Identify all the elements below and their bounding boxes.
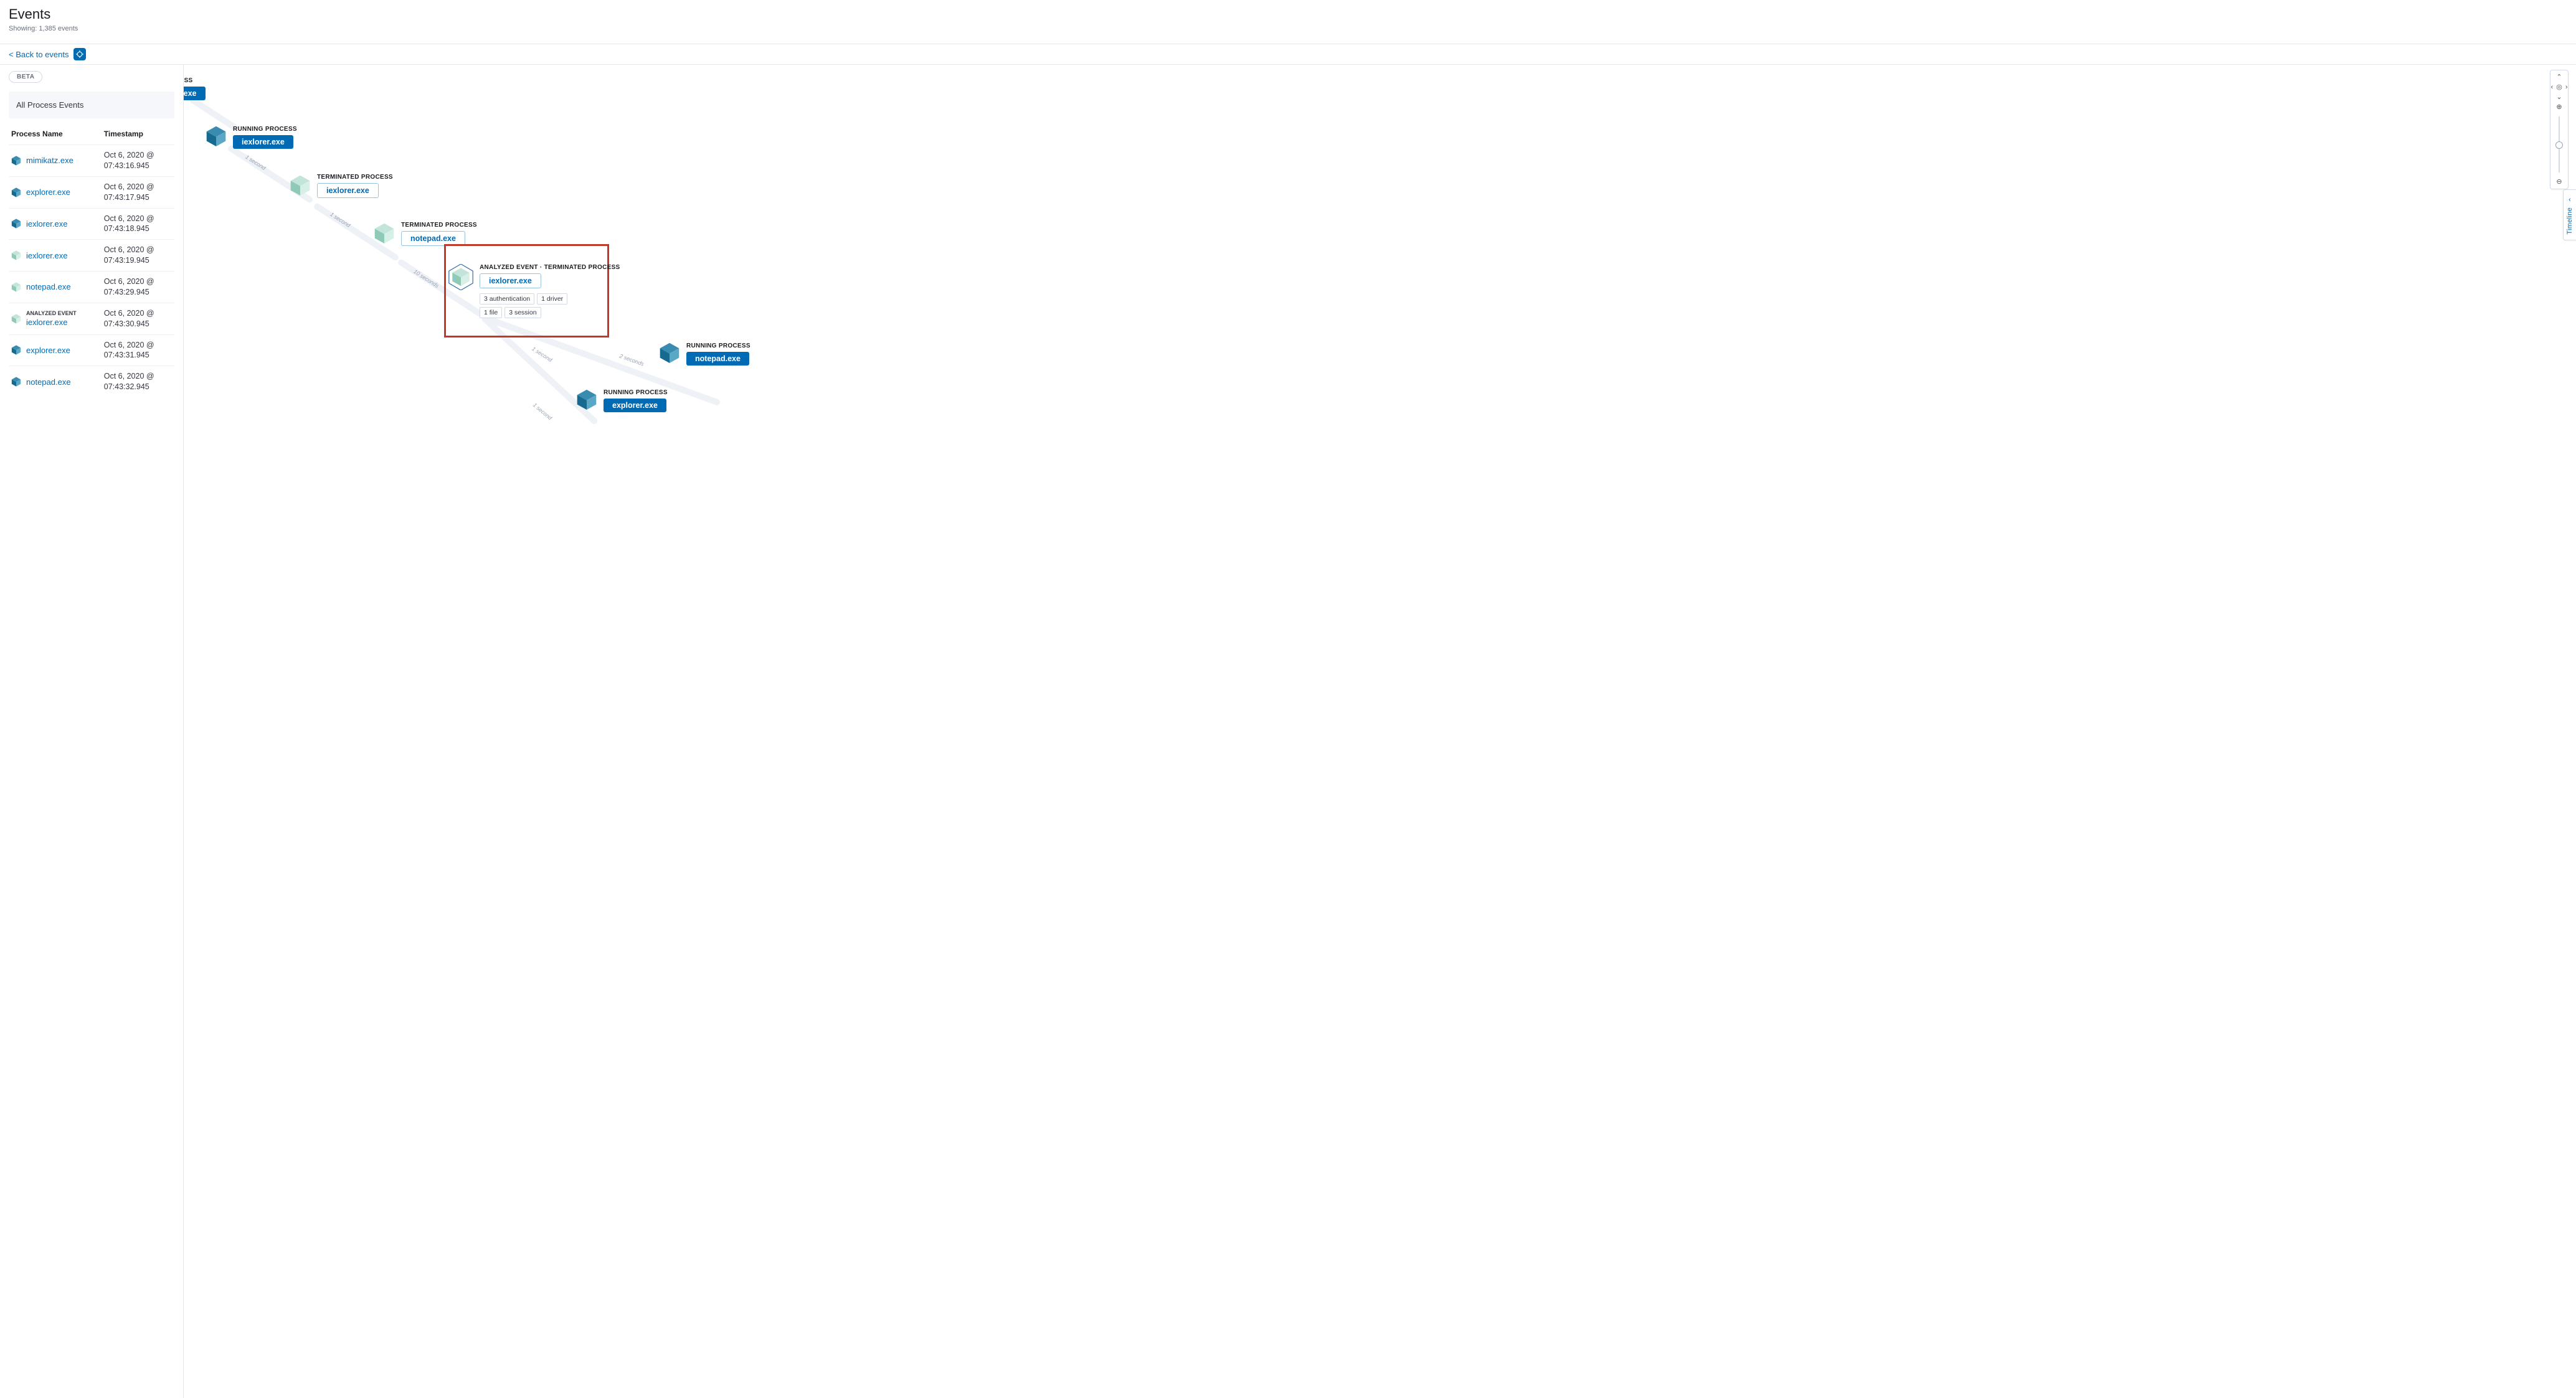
event-tag[interactable]: 3 session xyxy=(504,307,541,318)
cube-icon xyxy=(659,342,680,366)
zoom-in-button[interactable]: ⊕ xyxy=(2553,103,2565,111)
process-link[interactable]: iexlorer.exe xyxy=(26,251,67,260)
process-link[interactable]: iexlorer.exe xyxy=(26,318,77,327)
process-events-table: Process Name Timestamp mimikatz.exe Oct 6… xyxy=(9,125,174,397)
col-timestamp: Timestamp xyxy=(102,125,174,145)
process-link[interactable]: explorer.exe xyxy=(26,346,70,355)
table-row[interactable]: explorer.exe Oct 6, 2020 @07:43:17.945 xyxy=(9,176,174,208)
table-row[interactable]: notepad.exe Oct 6, 2020 @07:43:29.945 xyxy=(9,272,174,303)
timestamp-cell: Oct 6, 2020 @07:43:32.945 xyxy=(102,366,174,397)
table-row[interactable]: iexlorer.exe Oct 6, 2020 @07:43:19.945 xyxy=(9,240,174,272)
beta-badge: BETA xyxy=(9,71,42,83)
timestamp-cell: Oct 6, 2020 @07:43:17.945 xyxy=(102,176,174,208)
cube-icon xyxy=(576,389,597,412)
graph-node[interactable]: RUNNING PROCESS notepad.exe xyxy=(659,342,751,366)
showing-count: Showing: 1,385 events xyxy=(9,25,2567,32)
process-link[interactable]: mimikatz.exe xyxy=(26,156,73,165)
node-status: TERMINATED PROCESS xyxy=(317,174,393,181)
page-header: Events Showing: 1,385 events xyxy=(0,0,2576,37)
edge-label: 10 seconds xyxy=(412,268,440,289)
chevron-left-icon: ‹ xyxy=(2569,196,2571,204)
table-row[interactable]: notepad.exe Oct 6, 2020 @07:43:32.945 xyxy=(9,366,174,397)
analyzed-label: ANALYZED EVENT xyxy=(26,311,77,316)
node-pill[interactable]: t.exe xyxy=(184,87,206,100)
pan-down-button[interactable]: ⌄ xyxy=(2553,93,2565,102)
table-row[interactable]: iexlorer.exe Oct 6, 2020 @07:43:18.945 xyxy=(9,208,174,240)
cube-icon xyxy=(11,155,21,166)
timeline-tab[interactable]: ‹ Timeline xyxy=(2563,189,2576,240)
process-link[interactable]: notepad.exe xyxy=(26,282,71,291)
process-link[interactable]: notepad.exe xyxy=(26,377,71,387)
cube-icon xyxy=(374,222,395,246)
analyze-event-button[interactable] xyxy=(73,48,86,60)
cube-icon xyxy=(11,281,21,293)
cube-icon xyxy=(448,264,473,291)
process-graph-canvas[interactable]: 1 second 1 second 10 seconds 1 second 2 … xyxy=(184,65,2576,1398)
graph-node[interactable]: RUNNING PROCESS iexlorer.exe xyxy=(206,125,297,149)
timeline-label: Timeline xyxy=(2566,207,2574,235)
cube-icon xyxy=(11,344,21,356)
cube-icon xyxy=(11,187,21,198)
cube-icon xyxy=(11,313,21,324)
node-pill[interactable]: iexlorer.exe xyxy=(317,183,379,198)
timestamp-cell: Oct 6, 2020 @07:43:16.945 xyxy=(102,145,174,177)
event-tag[interactable]: 3 authentication xyxy=(480,293,534,305)
node-status: ANALYZED EVENT · TERMINATED PROCESS xyxy=(480,264,620,271)
recenter-button[interactable]: ◎ xyxy=(2554,83,2565,92)
event-tag[interactable]: 1 driver xyxy=(537,293,567,305)
main-area: BETA All Process Events Process Name Tim… xyxy=(0,64,2576,1398)
node-pill[interactable]: notepad.exe xyxy=(686,352,749,366)
node-status: OCESS xyxy=(184,77,193,84)
timestamp-cell: Oct 6, 2020 @07:43:19.945 xyxy=(102,240,174,272)
col-process-name: Process Name xyxy=(9,125,102,145)
pan-right-button[interactable]: › xyxy=(2564,83,2569,92)
zoom-thumb[interactable] xyxy=(2555,141,2563,149)
table-row[interactable]: explorer.exe Oct 6, 2020 @07:43:31.945 xyxy=(9,334,174,366)
table-row[interactable]: ANALYZED EVENT iexlorer.exe Oct 6, 2020 @0… xyxy=(9,303,174,334)
page-title: Events xyxy=(9,6,2567,22)
node-status: RUNNING PROCESS xyxy=(233,126,297,133)
node-pill[interactable]: iexlorer.exe xyxy=(233,135,293,149)
edge-label: 1 second xyxy=(532,402,553,421)
node-pill[interactable]: iexlorer.exe xyxy=(480,273,541,288)
node-pill[interactable]: explorer.exe xyxy=(604,399,666,412)
back-to-events-link[interactable]: < Back to events xyxy=(9,50,69,59)
graph-node[interactable]: TERMINATED PROCESS notepad.exe xyxy=(374,222,477,246)
graph-node[interactable]: RUNNING PROCESS explorer.exe xyxy=(576,389,668,412)
timestamp-cell: Oct 6, 2020 @07:43:30.945 xyxy=(102,303,174,334)
target-icon xyxy=(76,50,83,58)
timestamp-cell: Oct 6, 2020 @07:43:31.945 xyxy=(102,334,174,366)
zoom-out-button[interactable]: ⊖ xyxy=(2553,177,2565,186)
process-link[interactable]: iexlorer.exe xyxy=(26,219,67,229)
zoom-controls: ⌃ ‹ ◎ › ⌄ ⊕ ⊖ xyxy=(2550,70,2569,189)
node-status: RUNNING PROCESS xyxy=(604,389,668,396)
events-sidebar: BETA All Process Events Process Name Tim… xyxy=(0,65,184,1398)
node-tags: 3 authentication1 driver 1 file3 session xyxy=(480,293,592,318)
graph-node-analyzed[interactable]: ANALYZED EVENT · TERMINATED PROCESS iexl… xyxy=(448,264,620,318)
timestamp-cell: Oct 6, 2020 @07:43:29.945 xyxy=(102,272,174,303)
cube-icon xyxy=(290,174,311,198)
cube-icon xyxy=(11,218,21,229)
process-link[interactable]: explorer.exe xyxy=(26,187,70,197)
node-status: TERMINATED PROCESS xyxy=(401,222,477,229)
graph-node[interactable]: TERMINATED PROCESS iexlorer.exe xyxy=(290,174,393,198)
pan-left-button[interactable]: ‹ xyxy=(2550,83,2554,92)
toolbar: < Back to events xyxy=(0,44,2576,64)
zoom-slider[interactable] xyxy=(2559,116,2560,172)
table-row[interactable]: mimikatz.exe Oct 6, 2020 @07:43:16.945 xyxy=(9,145,174,177)
cube-icon xyxy=(11,250,21,261)
cube-icon xyxy=(206,125,227,149)
graph-node[interactable]: OCESS t.exe xyxy=(184,77,206,100)
event-tag[interactable]: 1 file xyxy=(480,307,502,318)
sidebar-panel-title: All Process Events xyxy=(9,92,174,118)
pan-up-button[interactable]: ⌃ xyxy=(2553,73,2565,82)
cube-icon xyxy=(11,376,21,387)
node-status: RUNNING PROCESS xyxy=(686,342,751,349)
timestamp-cell: Oct 6, 2020 @07:43:18.945 xyxy=(102,208,174,240)
